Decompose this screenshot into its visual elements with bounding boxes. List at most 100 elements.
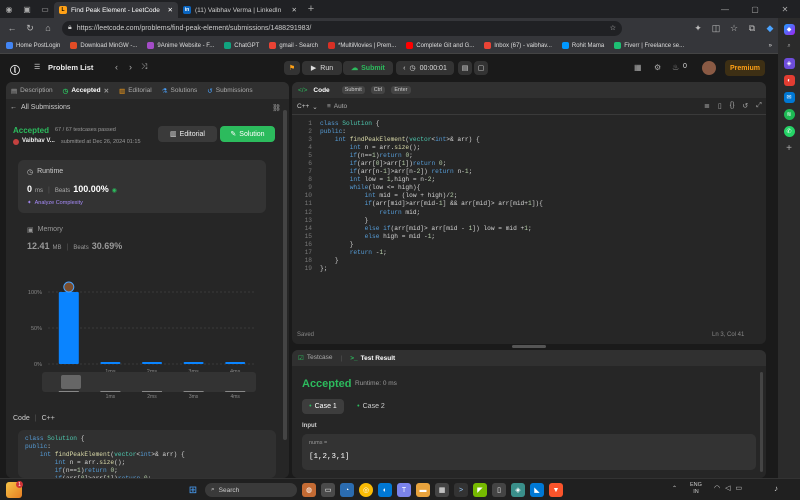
bookmark-item[interactable]: ChatGPT <box>224 42 259 49</box>
tab-description[interactable]: ▤ Description <box>11 87 53 95</box>
prev-problem-icon[interactable]: ‹ <box>115 62 118 72</box>
tab-testcase[interactable]: ☑ Testcase <box>298 354 332 362</box>
bookmark-item[interactable]: Rohit Mama <box>561 42 604 49</box>
all-submissions-link[interactable]: ← All Submissions <box>10 104 70 111</box>
star-icon[interactable]: ☆ <box>610 24 616 32</box>
bookmark-item[interactable]: *MultiMovies | Prem... <box>328 42 396 49</box>
tools-icon[interactable]: ◈ <box>783 58 795 69</box>
submit-button[interactable]: ☁ Submit <box>343 61 393 75</box>
user-avatar[interactable] <box>13 139 19 145</box>
maximize-button[interactable]: ▢ <box>740 0 770 18</box>
bookmark-item[interactable]: 9Anime Website - F... <box>147 42 214 49</box>
chart-bar[interactable] <box>100 362 121 364</box>
file-explorer-icon[interactable]: ▬ <box>416 483 430 497</box>
runtime-distribution-chart[interactable]: 100%50%0%1ms2ms3ms4ms1ms2ms3ms4ms <box>6 272 289 402</box>
search-icon[interactable]: ⌕ <box>784 41 795 52</box>
tab-solutions[interactable]: ⚗ Solutions <box>162 87 198 95</box>
add-icon[interactable]: + <box>784 143 795 154</box>
case-1-tab[interactable]: • Case 1 <box>302 399 344 414</box>
bookmark-item[interactable]: Inbox (67) - vaibhav... <box>484 42 552 49</box>
edge-icon[interactable]: ◔ <box>340 483 354 497</box>
layout-icon[interactable]: ▦ <box>634 63 642 72</box>
collections-icon[interactable]: ⧉ <box>744 20 760 36</box>
whatsapp-icon[interactable]: ✆ <box>783 126 795 137</box>
bookmark-icon[interactable]: ▯ <box>718 102 722 110</box>
bookmark-item[interactable]: gmail - Search <box>269 42 318 49</box>
problem-list-link[interactable]: Problem List <box>48 63 93 72</box>
braces-icon[interactable]: {} <box>730 102 735 110</box>
fullscreen-icon[interactable]: ▢ <box>474 61 488 75</box>
refresh-icon[interactable]: ↻ <box>22 20 38 36</box>
language-select[interactable]: C++ ⌄ <box>297 103 318 111</box>
close-tab-icon[interactable]: ✕ <box>104 87 109 95</box>
split-screen-icon[interactable]: ◫ <box>708 20 724 36</box>
workspaces-icon[interactable]: ▣ <box>18 0 36 18</box>
bookmark-item[interactable]: Download MinGW -... <box>70 42 137 49</box>
nvidia-icon[interactable]: ◤ <box>473 483 487 497</box>
brave-icon[interactable]: ▼ <box>549 483 563 497</box>
solution-button[interactable]: ✎ Solution <box>220 126 275 142</box>
notifications-icon[interactable]: ♪ <box>774 484 778 493</box>
code-editor-text[interactable]: class Solution { public: int findPeakEle… <box>320 120 543 273</box>
extensions-icon[interactable]: ✦ <box>690 20 706 36</box>
shuffle-icon[interactable]: ⤨ <box>141 62 147 72</box>
close-tab-icon[interactable]: ✕ <box>168 6 173 14</box>
copilot-icon[interactable]: ◆ <box>783 24 795 35</box>
format-icon[interactable]: ≣ <box>704 102 710 110</box>
more-bookmarks-button[interactable]: » <box>769 43 772 49</box>
copilot-icon[interactable]: ◆ <box>762 20 778 36</box>
tab-test-result[interactable]: >_ Test Result <box>350 355 395 362</box>
tab-accepted[interactable]: ◷ Accepted ✕ <box>63 87 109 95</box>
left-scrollbar[interactable] <box>283 110 287 440</box>
store-icon[interactable]: ▦ <box>435 483 449 497</box>
next-problem-icon[interactable]: › <box>129 62 132 72</box>
spotify-icon[interactable]: ≋ <box>783 109 795 120</box>
memory-header[interactable]: ▣ Memory <box>27 226 63 234</box>
taskbar-search[interactable]: ⌕ Search <box>205 483 297 497</box>
settings-icon[interactable]: ⚙ <box>654 63 661 72</box>
office-icon[interactable]: ◐ <box>783 75 795 86</box>
teams-icon[interactable]: T <box>397 483 411 497</box>
phone-link-icon[interactable]: ▯ <box>492 483 506 497</box>
auto-mode[interactable]: ≡ Auto <box>327 103 347 110</box>
code-tab[interactable]: Code <box>313 87 329 94</box>
user-name[interactable]: Vaibhav V... <box>22 138 55 144</box>
url-input[interactable]: 🔒︎ https://leetcode.com/problems/find-pe… <box>62 20 622 36</box>
share-icon[interactable]: ⛓ <box>272 104 281 112</box>
app-icon[interactable]: ◈ <box>511 483 525 497</box>
task-view-icon[interactable]: ▭ <box>321 483 335 497</box>
vscode-icon[interactable]: ◣ <box>530 483 544 497</box>
editorial-button[interactable]: ▥ Editorial <box>158 126 217 142</box>
home-icon[interactable]: ⌂ <box>40 20 56 36</box>
favorites-icon[interactable]: ☆ <box>726 20 742 36</box>
terminal-icon[interactable]: > <box>454 483 468 497</box>
chart-bar[interactable] <box>183 362 204 364</box>
tray-chevron-icon[interactable]: ⌃ <box>672 485 677 492</box>
chart-bar[interactable] <box>142 362 162 364</box>
tab-submissions[interactable]: ↺ Submissions <box>207 87 252 95</box>
new-tab-button[interactable]: + <box>302 0 320 18</box>
input-box[interactable]: nums = [1,2,3,1] <box>302 434 756 470</box>
test-scrollbar[interactable] <box>760 372 763 472</box>
debug-icon[interactable]: ⚑ <box>284 61 300 75</box>
notes-icon[interactable]: ▤ <box>458 61 472 75</box>
leetcode-logo-icon[interactable]: ⓛ <box>10 62 22 77</box>
reset-icon[interactable]: ↺ <box>742 102 748 110</box>
bookmark-item[interactable]: Home PostLogin <box>6 42 60 49</box>
chart-bar[interactable] <box>58 292 79 364</box>
panel-resize-handle[interactable] <box>512 345 546 348</box>
tab-linkedin[interactable]: in (11) Vaibhav Verma | LinkedIn ✕ <box>178 2 302 18</box>
expand-icon[interactable]: ⤢ <box>756 102 762 110</box>
profile-icon[interactable]: ◉ <box>0 0 18 18</box>
tab-actions-icon[interactable]: ▭ <box>36 0 54 18</box>
minimize-button[interactable]: — <box>710 0 740 18</box>
chrome-icon[interactable]: ◎ <box>359 483 373 497</box>
back-icon[interactable]: ← <box>4 20 20 36</box>
tab-editorial[interactable]: ▥ Editorial <box>119 87 152 95</box>
bookmark-item[interactable]: Fiverr | Freelance se... <box>614 42 684 49</box>
system-tray[interactable]: ◠ ◁ ▭ <box>714 484 742 492</box>
outlook-icon[interactable]: ✉ <box>783 92 795 103</box>
run-button[interactable]: ▶ Run <box>302 61 342 75</box>
close-tab-icon[interactable]: ✕ <box>292 6 297 14</box>
widgets-icon[interactable]: ◍ <box>302 483 316 497</box>
